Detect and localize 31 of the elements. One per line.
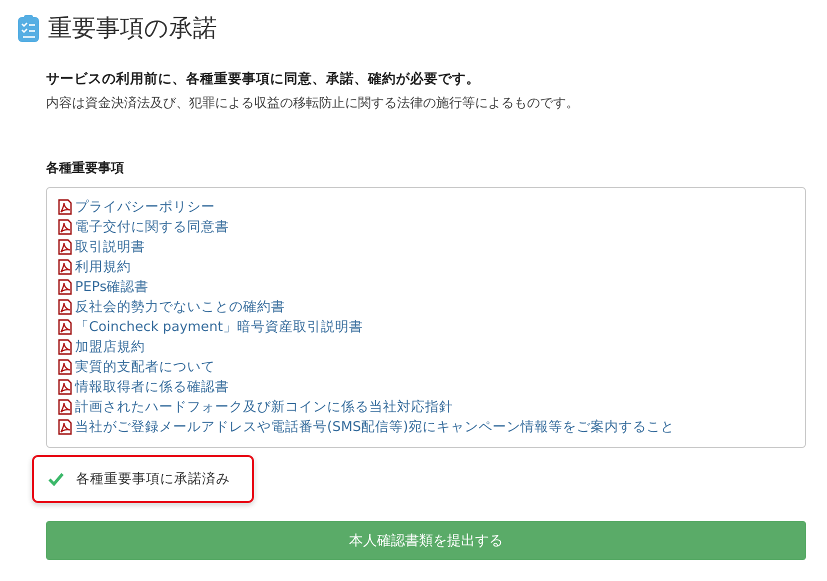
document-link[interactable]: PEPs確認書: [57, 277, 795, 297]
pdf-icon: [57, 399, 73, 415]
pdf-icon: [57, 279, 73, 295]
pdf-icon: [57, 299, 73, 315]
document-link[interactable]: 情報取得者に係る確認書: [57, 377, 795, 397]
document-link[interactable]: 加盟店規約: [57, 337, 795, 357]
document-link[interactable]: 反社会的勢力でないことの確約書: [57, 297, 795, 317]
document-link[interactable]: 電子交付に関する同意書: [57, 217, 795, 237]
document-link[interactable]: 利用規約: [57, 257, 795, 277]
pdf-icon: [57, 199, 73, 215]
pdf-icon: [57, 379, 73, 395]
pdf-icon: [57, 359, 73, 375]
intro-note: 内容は資金決済法及び、犯罪による収益の移転防止に関する法律の施行等によるものです。: [46, 95, 580, 112]
document-link[interactable]: 取引説明書: [57, 237, 795, 257]
pdf-icon: [57, 419, 73, 435]
document-link[interactable]: 「Coincheck payment」暗号資産取引説明書: [57, 317, 795, 337]
pdf-icon: [57, 259, 73, 275]
intro-lead: サービスの利用前に、各種重要事項に同意、承諾、確約が必要です。: [46, 70, 481, 88]
documents-heading: 各種重要事項: [46, 160, 125, 177]
submit-button[interactable]: 本人確認書類を提出する: [46, 521, 806, 560]
document-link[interactable]: プライバシーポリシー: [57, 197, 795, 217]
checklist-icon: [18, 14, 39, 42]
page-title: 重要事項の承諾: [48, 13, 217, 44]
pdf-icon: [57, 319, 73, 335]
pdf-icon: [57, 239, 73, 255]
document-link[interactable]: 計画されたハードフォーク及び新コインに係る当社対応指針: [57, 397, 795, 417]
acceptance-label: 各種重要事項に承諾済み: [76, 470, 230, 488]
pdf-icon: [57, 339, 73, 355]
document-link[interactable]: 当社がご登録メールアドレスや電話番号(SMS配信等)宛にキャンペーン情報等をご案内すること: [57, 417, 795, 437]
pdf-icon: [57, 219, 73, 235]
document-link[interactable]: 実質的支配者について: [57, 357, 795, 377]
